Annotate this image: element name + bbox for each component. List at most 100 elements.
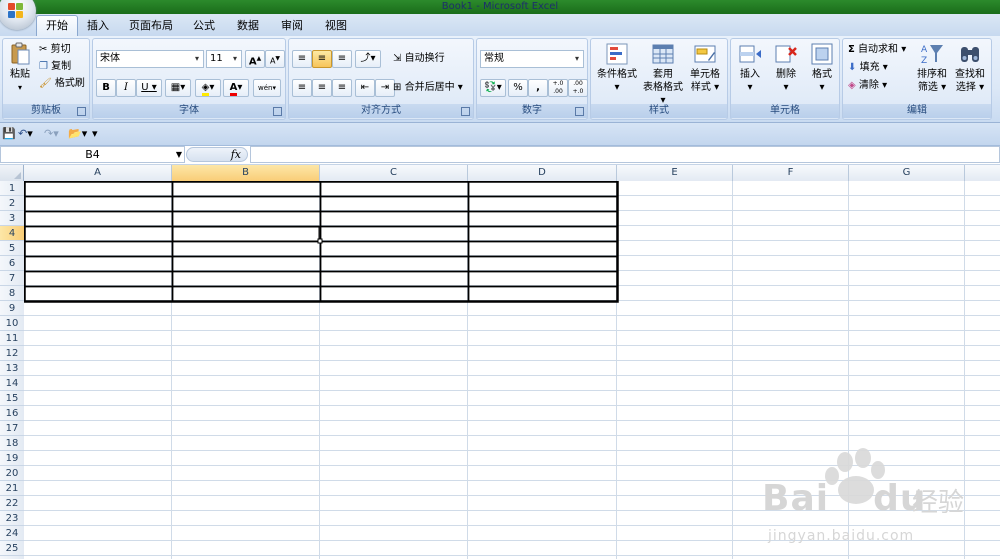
row-header-17[interactable]: 17: [0, 421, 24, 436]
column-header-B[interactable]: B: [172, 165, 320, 181]
row-header-15[interactable]: 15: [0, 391, 24, 406]
insert-cells-button[interactable]: 插入 ▾: [733, 42, 767, 94]
number-format-select[interactable]: 常规 ▾: [480, 50, 584, 68]
conditional-format-button[interactable]: 条件格式 ▾: [594, 42, 640, 94]
undo-button[interactable]: ↶▾: [18, 126, 33, 142]
row-header-11[interactable]: 11: [0, 331, 24, 346]
align-top-button[interactable]: ≡: [292, 50, 312, 68]
column-header-C[interactable]: C: [320, 165, 468, 181]
fill-color-button[interactable]: ◈▾: [195, 79, 221, 97]
comma-button[interactable]: ,: [528, 79, 548, 97]
wrap-text-button[interactable]: ⇲ 自动换行: [393, 52, 445, 66]
row-header-25[interactable]: 25: [0, 541, 24, 556]
row-header-20[interactable]: 20: [0, 466, 24, 481]
name-box[interactable]: B4 ▼: [0, 146, 185, 163]
font-size-select[interactable]: 11 ▾: [206, 50, 242, 68]
alignment-launcher-icon[interactable]: [461, 107, 470, 116]
tab-data[interactable]: 数据: [230, 16, 266, 36]
align-right-button[interactable]: ≡: [332, 79, 352, 97]
delete-cells-button[interactable]: 删除 ▾: [769, 42, 803, 94]
percent-button[interactable]: %: [508, 79, 528, 97]
currency-button[interactable]: 💱▾: [480, 79, 506, 97]
worksheet-grid[interactable]: [24, 181, 1000, 559]
open-button[interactable]: 📂▾: [68, 126, 87, 142]
column-header-G[interactable]: G: [849, 165, 965, 181]
row-header-3[interactable]: 3: [0, 211, 24, 226]
row-header-21[interactable]: 21: [0, 481, 24, 496]
row-header-8[interactable]: 8: [0, 286, 24, 301]
row-header-10[interactable]: 10: [0, 316, 24, 331]
row-header-5[interactable]: 5: [0, 241, 24, 256]
find-select-button[interactable]: 查找和 选择 ▾: [951, 42, 989, 94]
tab-formulas[interactable]: 公式: [186, 16, 222, 36]
align-center-button[interactable]: ≡: [312, 79, 332, 97]
merge-center-button[interactable]: ⊞ 合并后居中 ▾: [393, 81, 463, 95]
bold-button[interactable]: B: [96, 79, 116, 97]
align-left-button[interactable]: ≡: [292, 79, 312, 97]
clear-button[interactable]: ◈ 清除 ▾: [848, 79, 887, 93]
underline-button[interactable]: U ▾: [136, 79, 162, 97]
decrease-decimal-button[interactable]: .00 +.0: [568, 79, 588, 97]
row-header-14[interactable]: 14: [0, 376, 24, 391]
tab-insert[interactable]: 插入: [80, 16, 116, 36]
row-header-22[interactable]: 22: [0, 496, 24, 511]
align-middle-button[interactable]: ≡: [312, 50, 332, 68]
row-header-4[interactable]: 4: [0, 226, 24, 241]
column-header-A[interactable]: A: [24, 165, 172, 181]
column-header-F[interactable]: F: [733, 165, 849, 181]
formula-input[interactable]: [250, 146, 1000, 163]
row-header-9[interactable]: 9: [0, 301, 24, 316]
row-header-7[interactable]: 7: [0, 271, 24, 286]
row-header-23[interactable]: 23: [0, 511, 24, 526]
row-header-13[interactable]: 13: [0, 361, 24, 376]
row-header-19[interactable]: 19: [0, 451, 24, 466]
row-header-18[interactable]: 18: [0, 436, 24, 451]
row-header-16[interactable]: 16: [0, 406, 24, 421]
cut-button[interactable]: ✂ 剪切: [39, 43, 71, 57]
format-cells-icon: [811, 43, 833, 65]
column-header-D[interactable]: D: [468, 165, 617, 181]
group-alignment: ≡ ≡ ≡ ⤴▾ ⇲ 自动换行 ≡ ≡ ≡ ⇤ ⇥ ⊞ 合并后居中 ▾ 对齐方式: [288, 38, 474, 120]
clipboard-launcher-icon[interactable]: [77, 107, 86, 116]
insert-function-button[interactable]: fx: [186, 147, 248, 162]
format-as-table-button[interactable]: 套用 表格格式 ▾: [641, 42, 685, 107]
tab-page-layout[interactable]: 页面布局: [124, 16, 178, 36]
redo-button[interactable]: ↷▾: [44, 126, 59, 142]
select-all-button[interactable]: [0, 165, 24, 181]
grow-font-button[interactable]: A▲: [245, 50, 265, 68]
increase-indent-button[interactable]: ⇥: [375, 79, 395, 97]
orientation-button[interactable]: ⤴▾: [355, 50, 381, 68]
sort-filter-button[interactable]: A Z 排序和 筛选 ▾: [913, 42, 951, 94]
quick-access-toolbar: 💾 ↶▾ ↷▾ 📂▾ ▾: [0, 123, 1000, 146]
tab-view[interactable]: 视图: [318, 16, 354, 36]
phonetic-button[interactable]: wén▾: [253, 79, 281, 97]
autosum-button[interactable]: Σ 自动求和 ▾: [848, 43, 906, 57]
increase-decimal-button[interactable]: +.0 .00: [548, 79, 568, 97]
font-launcher-icon[interactable]: [273, 107, 282, 116]
paste-button[interactable]: 粘贴 ▾: [6, 42, 34, 94]
fill-button[interactable]: ⬇ 填充 ▾: [848, 61, 888, 75]
cell-styles-button[interactable]: 单元格 样式 ▾: [685, 42, 725, 94]
borders-button[interactable]: ▦▾: [165, 79, 191, 97]
tab-home[interactable]: 开始: [36, 15, 78, 37]
format-cells-button[interactable]: 格式 ▾: [805, 42, 839, 94]
row-header-6[interactable]: 6: [0, 256, 24, 271]
row-header-12[interactable]: 12: [0, 346, 24, 361]
sort-filter-label-1: 排序和: [917, 69, 947, 80]
format-painter-button[interactable]: 🖌 格式刷: [39, 77, 85, 91]
tab-review[interactable]: 审阅: [274, 16, 310, 36]
font-name-select[interactable]: 宋体 ▾: [96, 50, 204, 68]
align-bottom-button[interactable]: ≡: [332, 50, 352, 68]
font-color-button[interactable]: A▾: [223, 79, 249, 97]
column-header-E[interactable]: E: [617, 165, 733, 181]
decrease-indent-button[interactable]: ⇤: [355, 79, 375, 97]
save-button[interactable]: 💾: [2, 126, 16, 142]
row-header-2[interactable]: 2: [0, 196, 24, 211]
row-header-1[interactable]: 1: [0, 181, 24, 196]
row-header-24[interactable]: 24: [0, 526, 24, 541]
italic-button[interactable]: I: [116, 79, 136, 97]
customize-qat-button[interactable]: ▾: [92, 126, 98, 142]
shrink-font-button[interactable]: A▼: [265, 50, 285, 68]
copy-button[interactable]: ❐ 复制: [39, 60, 71, 74]
number-launcher-icon[interactable]: [575, 107, 584, 116]
